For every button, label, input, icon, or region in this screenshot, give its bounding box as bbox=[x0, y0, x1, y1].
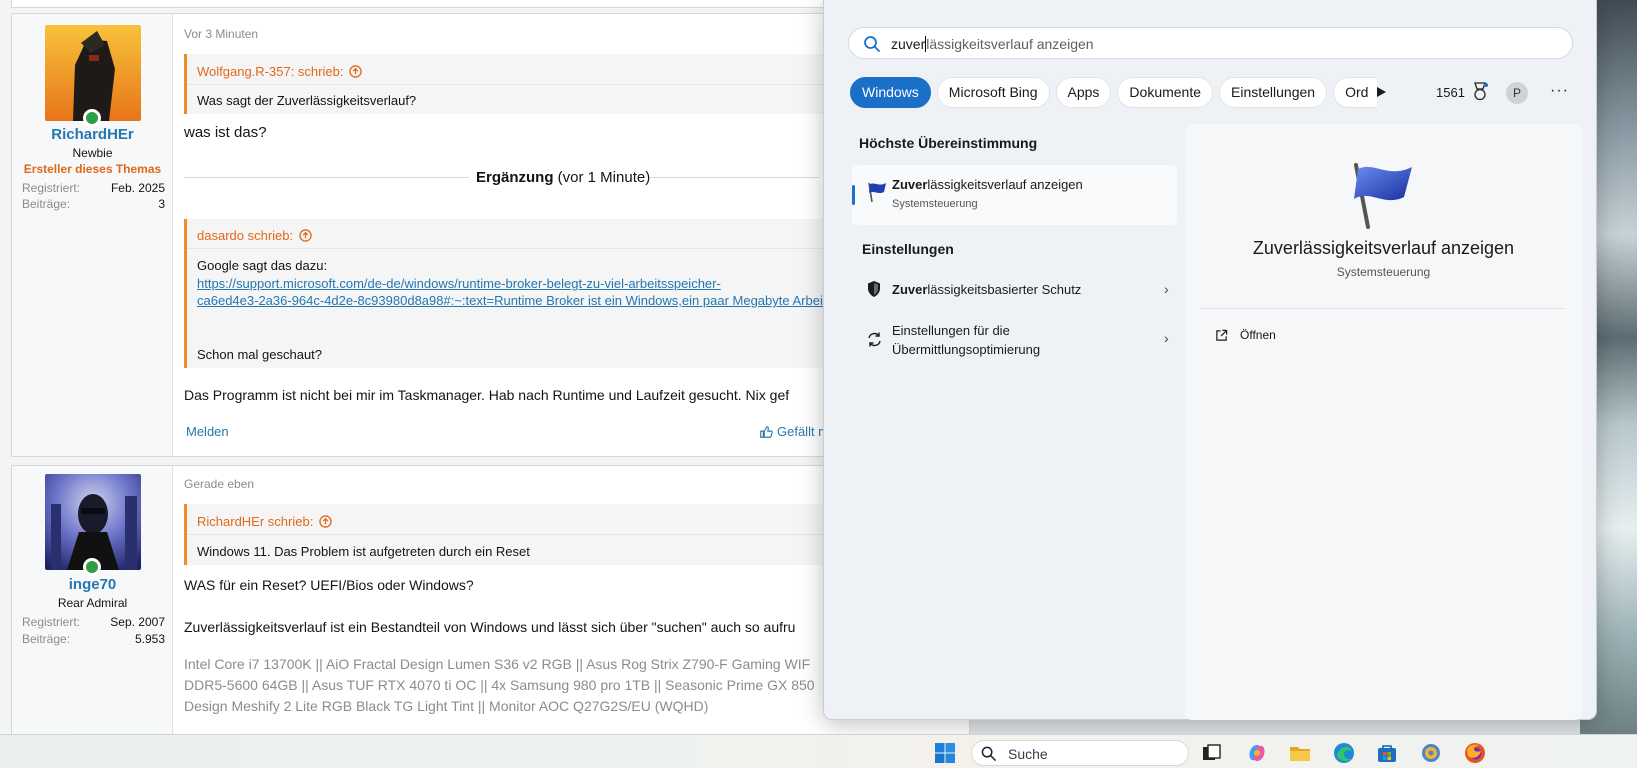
quote-link[interactable]: ca6ed4e3-2a36-964c-4d2e-8c93980d8a98#:~:… bbox=[197, 293, 833, 308]
best-match-subtitle: Systemsteuerung bbox=[892, 198, 978, 210]
signature-line: DDR5-5600 64GB || Asus TUF RTX 4070 ti O… bbox=[184, 677, 815, 693]
post-text: WAS für ein Reset? UEFI/Bios oder Window… bbox=[184, 577, 474, 593]
post-text: was ist das? bbox=[184, 124, 267, 141]
taskbar-search[interactable]: Suche bbox=[971, 740, 1189, 766]
settings-gear-icon[interactable] bbox=[1420, 742, 1442, 764]
chip-settings[interactable]: Einstellungen bbox=[1219, 77, 1328, 108]
chip-microsoft-bing[interactable]: Microsoft Bing bbox=[936, 77, 1050, 108]
quote-author[interactable]: RichardHEr schrieb: bbox=[197, 514, 333, 529]
like-button[interactable]: Gefällt mi bbox=[759, 424, 832, 439]
user-info: RichardHEr Newbie Ersteller dieses Thema… bbox=[12, 14, 173, 456]
user-info: inge70 Rear Admiral Registriert: Sep. 200… bbox=[12, 466, 173, 734]
microsoft-store-icon[interactable] bbox=[1376, 742, 1398, 764]
settings-heading: Einstellungen bbox=[862, 241, 954, 257]
edge-browser-icon[interactable] bbox=[1333, 742, 1355, 764]
online-status-indicator bbox=[83, 109, 101, 127]
username[interactable]: inge70 bbox=[12, 576, 173, 593]
settings-result-label: Zuverlässigkeitsbasierter Schutz bbox=[892, 282, 1082, 297]
sync-icon bbox=[868, 332, 881, 347]
preview-title: Zuverlässigkeitsverlauf anzeigen bbox=[1252, 238, 1515, 258]
user-title: Newbie bbox=[72, 146, 113, 160]
best-match-result[interactable]: Zuverlässigkeitsverlauf anzeigen Systems… bbox=[852, 165, 1177, 225]
username[interactable]: RichardHEr bbox=[12, 126, 173, 143]
search-icon bbox=[864, 36, 880, 52]
arrow-up-circle-icon[interactable] bbox=[299, 229, 312, 242]
preview-subtitle: Systemsteuerung bbox=[1336, 265, 1431, 279]
open-action[interactable]: Öffnen bbox=[1215, 328, 1276, 342]
avatar[interactable] bbox=[45, 474, 141, 570]
user-stat-registered: Registriert: Feb. 2025 bbox=[22, 181, 165, 195]
profile-avatar[interactable]: P bbox=[1506, 82, 1528, 104]
file-explorer-icon[interactable] bbox=[1289, 742, 1311, 764]
user-stat-registered: Registriert: Sep. 2007 bbox=[22, 615, 165, 629]
windows-search-panel: zuverlässigkeitsverlauf anzeigen Windows… bbox=[823, 0, 1597, 720]
task-view-icon[interactable] bbox=[1200, 742, 1222, 764]
flag-icon bbox=[868, 182, 886, 203]
arrow-up-circle-icon[interactable] bbox=[319, 515, 333, 528]
taskbar: Suche bbox=[0, 734, 1637, 768]
avatar[interactable] bbox=[45, 25, 141, 121]
divider bbox=[184, 177, 469, 178]
open-external-icon bbox=[1216, 329, 1228, 341]
thumbs-up-icon bbox=[760, 425, 773, 438]
best-match-title: Zuverlässigkeitsverlauf anzeigen bbox=[892, 177, 1083, 192]
best-match-heading: Höchste Übereinstimmung bbox=[859, 135, 1038, 151]
chip-documents[interactable]: Dokumente bbox=[1117, 77, 1214, 108]
quote-text: Google sagt das dazu: bbox=[197, 258, 328, 273]
more-options-icon[interactable]: ··· bbox=[1550, 82, 1569, 100]
settings-result-label: Einstellungen für die Übermittlungsoptim… bbox=[892, 323, 1041, 357]
result-preview-pane: Zuverlässigkeitsverlauf anzeigen Systems… bbox=[1185, 124, 1582, 720]
post-time[interactable]: Gerade eben bbox=[184, 477, 254, 491]
post-text: Das Programm ist nicht bei mir im Taskma… bbox=[184, 387, 790, 403]
user-stat-posts: Beiträge: 5.953 bbox=[22, 632, 165, 646]
post-text: Zuverlässigkeitsverlauf ist ein Bestandt… bbox=[184, 619, 796, 635]
quote-author[interactable]: Wolfgang.R-357: schrieb: bbox=[197, 64, 363, 79]
addition-heading: Ergänzung (vor 1 Minute) bbox=[476, 169, 651, 186]
chip-windows[interactable]: Windows bbox=[850, 77, 931, 108]
chip-apps[interactable]: Apps bbox=[1055, 77, 1112, 108]
divider bbox=[649, 177, 819, 178]
copilot-icon[interactable] bbox=[1246, 742, 1268, 764]
report-link[interactable]: Melden bbox=[186, 424, 229, 439]
settings-result-delivery-optimization[interactable]: Einstellungen für die Übermittlungsoptim… bbox=[852, 318, 1177, 362]
play-icon[interactable] bbox=[1374, 85, 1388, 99]
settings-result-reliability-protection[interactable]: Zuverlässigkeitsbasierter Schutz › bbox=[852, 276, 1177, 306]
thread-starter-badge: Ersteller dieses Themas bbox=[23, 162, 162, 176]
quote-link[interactable]: https://support.microsoft.com/de-de/wind… bbox=[197, 276, 721, 291]
divider bbox=[1201, 308, 1566, 309]
selection-indicator bbox=[852, 185, 855, 205]
signature-line: Design Meshify 2 Lite RGB Black TG Light… bbox=[184, 698, 709, 714]
chevron-right-icon: › bbox=[1164, 281, 1169, 297]
medal-icon[interactable] bbox=[1471, 82, 1489, 102]
quote-text: Was sagt der Zuverlässigkeitsverlauf? bbox=[197, 93, 417, 108]
shield-icon bbox=[868, 281, 880, 297]
quote-text: Schon mal geschaut? bbox=[197, 347, 323, 362]
chevron-right-icon: › bbox=[1164, 330, 1169, 346]
windows-start-icon[interactable] bbox=[934, 742, 956, 764]
user-title: Rear Admiral bbox=[57, 596, 128, 610]
firefox-icon[interactable] bbox=[1464, 742, 1486, 764]
user-stat-posts: Beiträge: 3 bbox=[22, 197, 165, 211]
search-filter-chips: Windows Microsoft Bing Apps Dokumente Ei… bbox=[850, 77, 1378, 108]
search-input[interactable]: zuverlässigkeitsverlauf anzeigen bbox=[848, 27, 1573, 59]
chip-folders[interactable]: Ord bbox=[1333, 77, 1378, 108]
post-time[interactable]: Vor 3 Minuten bbox=[184, 27, 258, 41]
flag-icon bbox=[1354, 163, 1412, 229]
signature-line: Intel Core i7 13700K || AiO Fractal Desi… bbox=[184, 656, 811, 672]
quote-author[interactable]: dasardo schrieb: bbox=[197, 228, 312, 243]
search-icon bbox=[981, 746, 996, 761]
rewards-points[interactable]: 1561 bbox=[1436, 85, 1465, 100]
arrow-up-circle-icon[interactable] bbox=[349, 65, 363, 78]
quote-text: Windows 11. Das Problem ist aufgetreten … bbox=[197, 544, 530, 559]
online-status-indicator bbox=[83, 558, 101, 576]
search-query: zuverlässigkeitsverlauf anzeigen bbox=[891, 36, 1094, 52]
